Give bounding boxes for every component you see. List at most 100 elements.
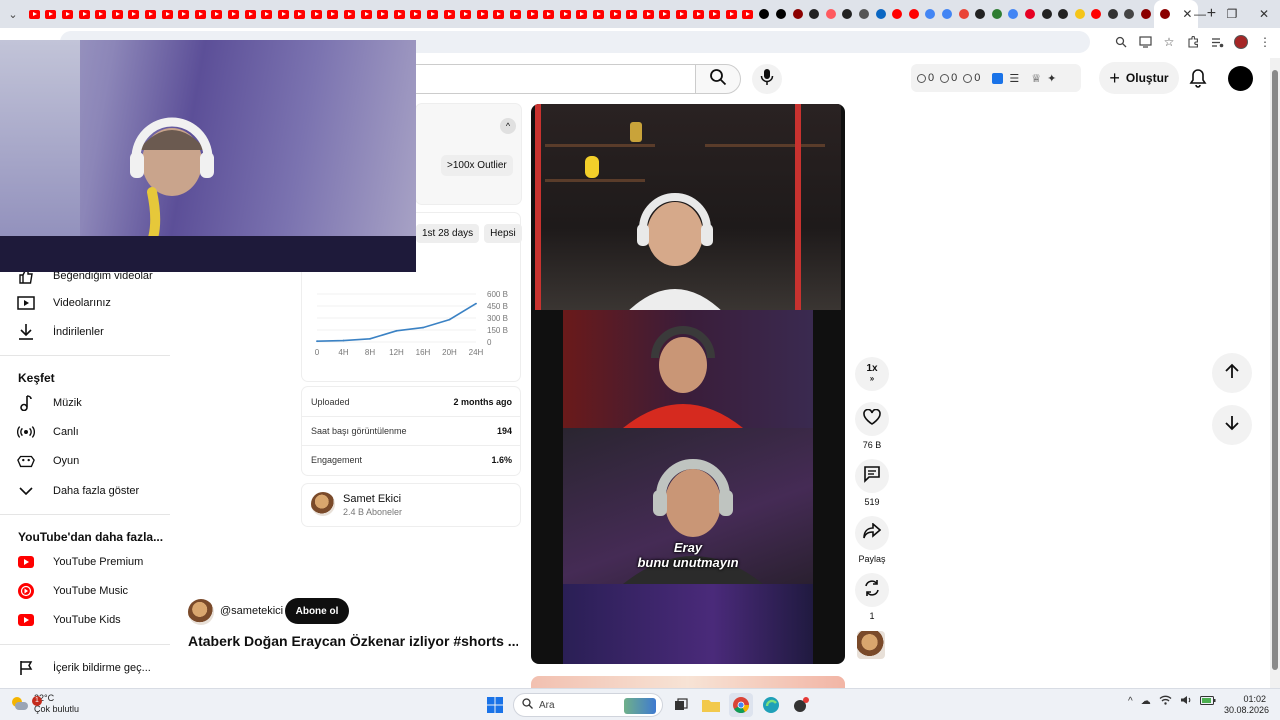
battery-icon[interactable] — [1199, 695, 1216, 708]
browser-tab[interactable] — [673, 0, 690, 28]
trophy-icon[interactable]: ♕ — [1031, 72, 1041, 85]
minimize-button[interactable]: — — [1184, 0, 1216, 28]
browser-tab[interactable] — [607, 0, 624, 28]
browser-tab[interactable] — [972, 0, 989, 28]
browser-tab[interactable] — [524, 0, 541, 28]
like-button[interactable] — [855, 402, 889, 436]
browser-tab[interactable] — [491, 0, 508, 28]
browser-tab[interactable] — [872, 0, 889, 28]
browser-tab[interactable] — [457, 0, 474, 28]
browser-tab[interactable] — [258, 0, 275, 28]
browser-tab[interactable] — [26, 0, 43, 28]
sidebar-item-gaming[interactable]: Oyun — [0, 447, 170, 475]
browser-tab[interactable] — [408, 0, 425, 28]
browser-tab[interactable] — [358, 0, 375, 28]
taskbar-clock[interactable]: 01:02 30.08.2026 — [1224, 694, 1269, 716]
browser-tab[interactable] — [889, 0, 906, 28]
voice-search-button[interactable] — [752, 64, 782, 94]
channel-name[interactable]: Samet Ekici — [343, 493, 401, 505]
owner-avatar[interactable] — [188, 599, 214, 625]
browser-tab[interactable] — [574, 0, 591, 28]
browser-tab[interactable] — [955, 0, 972, 28]
short-video-player[interactable]: Eray bunu unutmayın — [531, 104, 845, 664]
browser-tab[interactable] — [1071, 0, 1088, 28]
browser-tab[interactable] — [640, 0, 657, 28]
remix-button[interactable] — [855, 573, 889, 607]
browser-tab[interactable] — [789, 0, 806, 28]
range-tab-first-28-days[interactable]: 1st 28 days — [416, 224, 480, 243]
edge-icon[interactable] — [759, 693, 783, 717]
browser-tab[interactable] — [225, 0, 242, 28]
views-counter[interactable]: 0 — [940, 72, 957, 84]
browser-tab[interactable] — [1022, 0, 1039, 28]
browser-tab[interactable] — [806, 0, 823, 28]
install-app-icon[interactable] — [1138, 35, 1152, 49]
browser-tab[interactable] — [856, 0, 873, 28]
bookmark-star-icon[interactable]: ☆ — [1162, 35, 1176, 49]
close-window-button[interactable]: ✕ — [1248, 0, 1280, 28]
search-input[interactable] — [410, 64, 696, 94]
sidebar-item-youtube-premium[interactable]: YouTube Premium — [0, 548, 170, 576]
browser-tab[interactable] — [723, 0, 740, 28]
browser-tab[interactable] — [590, 0, 607, 28]
range-tab-all[interactable]: Hepsi — [484, 224, 522, 243]
browser-tab[interactable] — [43, 0, 60, 28]
browser-tab[interactable] — [756, 0, 773, 28]
browser-tab[interactable] — [690, 0, 707, 28]
comments-button[interactable] — [855, 459, 889, 493]
browser-tab[interactable] — [159, 0, 176, 28]
tab-search-icon[interactable]: ⌄ — [0, 0, 26, 28]
browser-tab[interactable] — [905, 0, 922, 28]
notifications-bell-icon[interactable] — [1186, 66, 1210, 90]
search-button[interactable] — [695, 64, 741, 94]
scrollbar-thumb[interactable] — [1272, 70, 1278, 670]
media-controls-icon[interactable] — [1210, 35, 1224, 49]
next-short-button[interactable] — [1212, 405, 1252, 445]
browser-menu-icon[interactable]: ⋮ — [1258, 35, 1272, 49]
browser-tab[interactable] — [292, 0, 309, 28]
browser-tab[interactable] — [175, 0, 192, 28]
sidebar-item-music[interactable]: Müzik — [0, 389, 170, 417]
sidebar-item-youtube-kids[interactable]: YouTube Kids — [0, 606, 170, 634]
share-button[interactable] — [855, 516, 889, 550]
wifi-icon[interactable] — [1159, 695, 1172, 708]
chrome-icon[interactable] — [729, 693, 753, 717]
extension-badge-icon[interactable] — [992, 72, 1004, 84]
browser-tab[interactable] — [773, 0, 790, 28]
browser-tab[interactable] — [424, 0, 441, 28]
browser-tab[interactable] — [76, 0, 93, 28]
channel-avatar[interactable] — [311, 492, 335, 516]
browser-tab[interactable] — [242, 0, 259, 28]
browser-tab[interactable] — [922, 0, 939, 28]
maximize-button[interactable]: ❐ — [1216, 0, 1248, 28]
picture-in-picture-video[interactable] — [0, 40, 416, 272]
video-title[interactable]: Ataberk Doğan Eraycan Özkenar izliyor #s… — [188, 633, 518, 649]
browser-tab[interactable] — [325, 0, 342, 28]
account-avatar[interactable] — [1228, 66, 1253, 91]
browser-tab[interactable] — [1088, 0, 1105, 28]
create-button[interactable]: + Oluştur — [1099, 62, 1179, 94]
browser-tab[interactable] — [192, 0, 209, 28]
browser-tab[interactable] — [740, 0, 757, 28]
browser-tab[interactable] — [939, 0, 956, 28]
browser-tab[interactable] — [59, 0, 76, 28]
collapse-chevron-up-icon[interactable]: ^ — [500, 118, 516, 134]
browser-tab[interactable] — [209, 0, 226, 28]
browser-tab[interactable] — [474, 0, 491, 28]
sidebar-item-your-videos[interactable]: Videolarınız — [0, 289, 170, 317]
browser-tab[interactable] — [374, 0, 391, 28]
profile-avatar[interactable] — [1234, 35, 1248, 49]
channel-card[interactable]: Samet Ekici 2.4 B Aboneler — [302, 484, 520, 526]
show-hidden-icons-chevron[interactable]: ^ — [1128, 696, 1133, 707]
next-short-preview[interactable] — [531, 676, 845, 688]
browser-tab[interactable] — [657, 0, 674, 28]
watched-counter[interactable]: 0 — [963, 72, 980, 84]
file-explorer-icon[interactable] — [699, 693, 723, 717]
previous-short-button[interactable] — [1212, 353, 1252, 393]
sidebar-show-more[interactable]: Daha fazla göster — [0, 477, 170, 505]
sidebar-item-downloads[interactable]: İndirilenler — [0, 318, 170, 346]
browser-tab[interactable] — [308, 0, 325, 28]
browser-tab[interactable] — [142, 0, 159, 28]
browser-tab[interactable] — [1005, 0, 1022, 28]
weather-widget[interactable]: 1 22°C Çok bulutlu — [12, 693, 79, 715]
